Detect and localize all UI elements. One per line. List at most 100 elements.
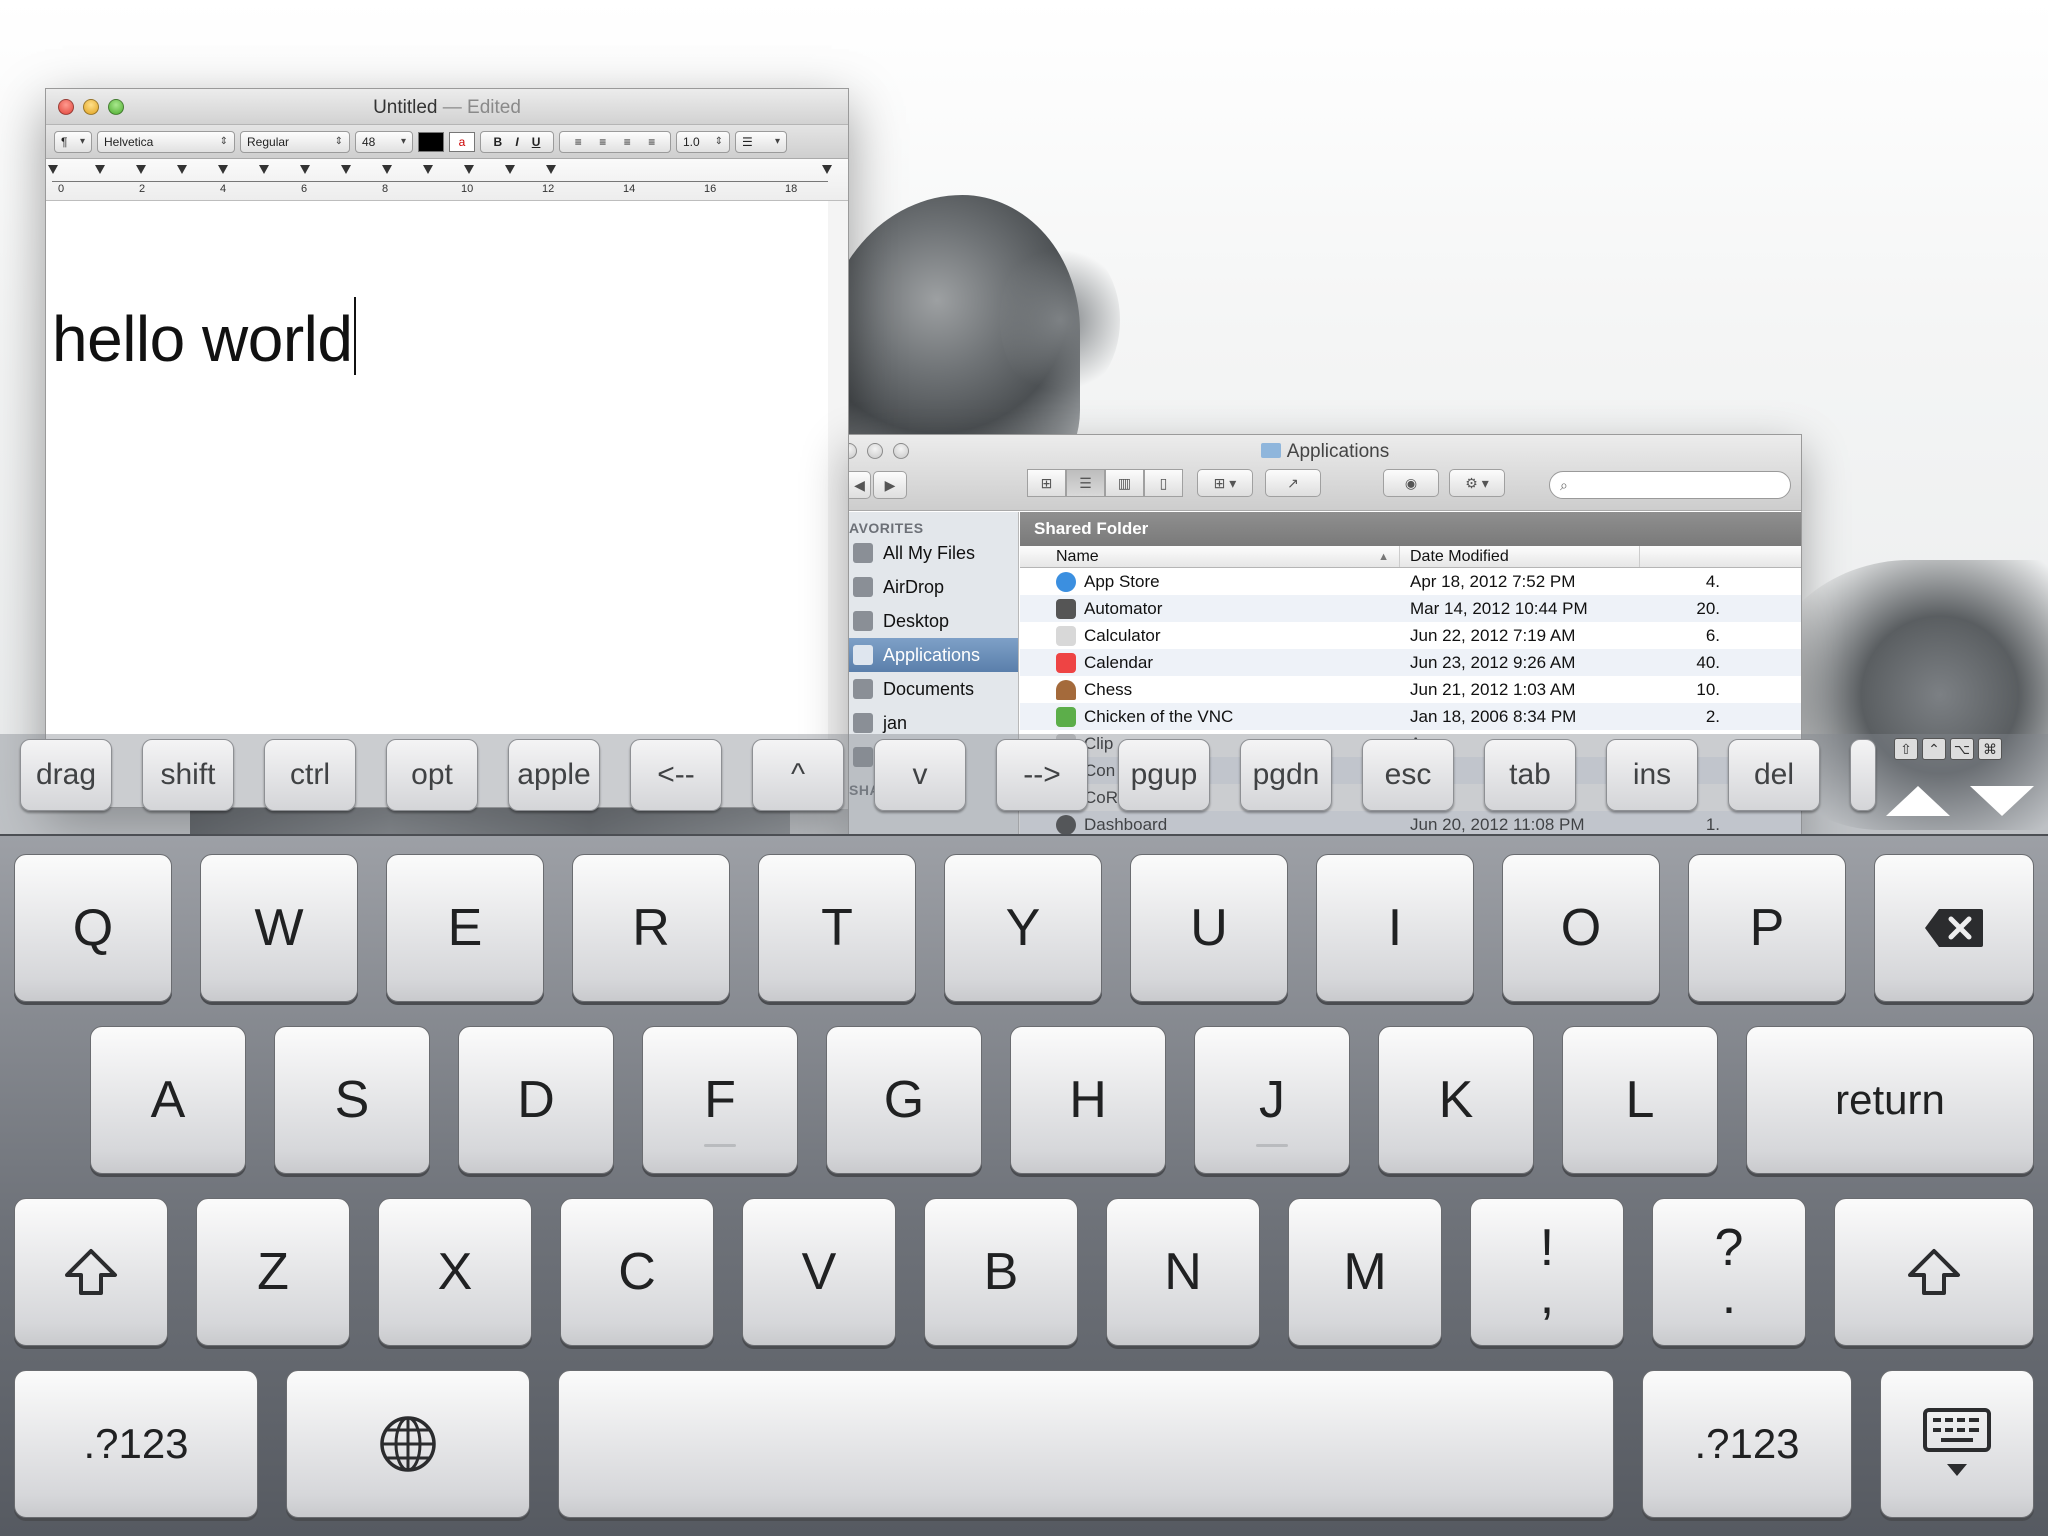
key-exclaim-comma[interactable]: !, (1470, 1198, 1624, 1346)
right-arrow-key[interactable]: --> (996, 739, 1088, 811)
tab-stop-marker[interactable] (177, 165, 187, 174)
tab-stop-marker[interactable] (464, 165, 474, 174)
align-left-icon[interactable]: ≡ (575, 135, 582, 149)
align-justify-icon[interactable]: ≡ (648, 135, 655, 149)
sidebar-item-all-my-files[interactable]: All My Files (849, 536, 1018, 570)
arrange-button[interactable]: ⊞ ▾ (1197, 469, 1253, 497)
finder-titlebar[interactable]: Applications ◀ ▶ ⊞ ☰ ▥ ▯ ⊞ ▾ ↗ ◉ ⚙ ▾ ⌕ (849, 435, 1801, 511)
key-z[interactable]: Z (196, 1198, 350, 1346)
ruler[interactable]: 0 2 4 6 8 10 12 14 16 18 (46, 159, 848, 201)
ins-key[interactable]: ins (1606, 739, 1698, 811)
key-n[interactable]: N (1106, 1198, 1260, 1346)
tab-stop-marker[interactable] (259, 165, 269, 174)
space-bar[interactable] (558, 1370, 1614, 1518)
paragraph-style-popup[interactable]: ¶ ▾ (54, 130, 92, 153)
shift-key[interactable]: shift (142, 739, 234, 811)
opt-key[interactable]: opt (386, 739, 478, 811)
del-key[interactable]: del (1728, 739, 1820, 811)
left-arrow-key[interactable]: <-- (630, 739, 722, 811)
drag-key[interactable]: drag (20, 739, 112, 811)
key-k[interactable]: K (1378, 1026, 1534, 1174)
key-i[interactable]: I (1316, 854, 1474, 1002)
list-popup[interactable]: ☰ ▾ (735, 130, 787, 153)
return-key[interactable]: return (1746, 1026, 2034, 1174)
table-row[interactable]: Calculator Jun 22, 2012 7:19 AM 6. (1020, 622, 1801, 649)
key-o[interactable]: O (1502, 854, 1660, 1002)
key-c[interactable]: C (560, 1198, 714, 1346)
tab-stop-marker[interactable] (505, 165, 515, 174)
backspace-key[interactable] (1874, 854, 2034, 1002)
search-field[interactable]: ⌕ (1549, 471, 1791, 499)
scroll-up-arrow-icon[interactable] (1886, 786, 1950, 816)
esc-key[interactable]: esc (1362, 739, 1454, 811)
italic-button[interactable]: I (515, 135, 518, 149)
right-margin-marker[interactable] (822, 165, 832, 174)
tab-stop-marker[interactable] (546, 165, 556, 174)
align-center-icon[interactable]: ≡ (599, 135, 606, 149)
key-g[interactable]: G (826, 1026, 982, 1174)
key-f[interactable]: F (642, 1026, 798, 1174)
table-row[interactable]: Calendar Jun 23, 2012 9:26 AM 40. (1020, 649, 1801, 676)
ctrl-key[interactable]: ctrl (264, 739, 356, 811)
name-column-header[interactable]: Name ▲ (1020, 546, 1400, 567)
down-key[interactable]: v (874, 739, 966, 811)
key-h[interactable]: H (1010, 1026, 1166, 1174)
pgdn-key[interactable]: pgdn (1240, 739, 1332, 811)
icon-view-button[interactable]: ⊞ (1027, 469, 1066, 497)
key-t[interactable]: T (758, 854, 916, 1002)
table-row[interactable]: App Store Apr 18, 2012 7:52 PM 4. (1020, 568, 1801, 595)
sidebar-item-desktop[interactable]: Desktop (849, 604, 1018, 638)
right-shift-key[interactable] (1834, 1198, 2034, 1346)
action-button[interactable]: ⚙ ▾ (1449, 469, 1505, 497)
font-style-popup[interactable]: Regular ⇕ (240, 130, 350, 153)
font-size-combo[interactable]: 48 ▾ (355, 130, 413, 153)
sidebar-item-applications[interactable]: Applications (849, 638, 1018, 672)
hide-keyboard-key[interactable] (1880, 1370, 2034, 1518)
key-d[interactable]: D (458, 1026, 614, 1174)
table-row[interactable]: Chess Jun 21, 2012 1:03 AM 10. (1020, 676, 1801, 703)
tab-stop-marker[interactable] (382, 165, 392, 174)
key-q[interactable]: Q (14, 854, 172, 1002)
back-button[interactable]: ◀ (849, 471, 871, 499)
quicklook-button[interactable]: ◉ (1383, 469, 1439, 497)
list-view-button[interactable]: ☰ (1066, 469, 1105, 497)
key-m[interactable]: M (1288, 1198, 1442, 1346)
tab-stop-marker[interactable] (136, 165, 146, 174)
tab-key[interactable]: tab (1484, 739, 1576, 811)
key-b[interactable]: B (924, 1198, 1078, 1346)
key-s[interactable]: S (274, 1026, 430, 1174)
date-column-header[interactable]: Date Modified (1400, 546, 1640, 567)
tab-stop-marker[interactable] (48, 165, 58, 174)
numbers-key-left[interactable]: .?123 (14, 1370, 258, 1518)
scroll-down-arrow-icon[interactable] (1970, 786, 2034, 816)
tab-stop-marker[interactable] (300, 165, 310, 174)
key-r[interactable]: R (572, 854, 730, 1002)
tab-stop-marker[interactable] (218, 165, 228, 174)
up-key[interactable]: ^ (752, 739, 844, 811)
align-right-icon[interactable]: ≡ (624, 135, 631, 149)
tab-stop-marker[interactable] (95, 165, 105, 174)
pgup-key[interactable]: pgup (1118, 739, 1210, 811)
table-row[interactable]: Automator Mar 14, 2012 10:44 PM 20. (1020, 595, 1801, 622)
table-row[interactable]: Chicken of the VNC Jan 18, 2006 8:34 PM 2. (1020, 703, 1801, 730)
left-shift-key[interactable] (14, 1198, 168, 1346)
key-a[interactable]: A (90, 1026, 246, 1174)
coverflow-view-button[interactable]: ▯ (1144, 469, 1183, 497)
apple-key[interactable]: apple (508, 739, 600, 811)
key-question-period[interactable]: ?. (1652, 1198, 1806, 1346)
document-text[interactable]: hello world (52, 297, 357, 376)
line-spacing-popup[interactable]: 1.0 ⇕ (676, 130, 730, 153)
key-y[interactable]: Y (944, 854, 1102, 1002)
sidebar-item-documents[interactable]: Documents (849, 672, 1018, 706)
highlight-color-well[interactable]: a (449, 131, 475, 152)
tab-stop-marker[interactable] (423, 165, 433, 174)
numbers-key-right[interactable]: .?123 (1642, 1370, 1852, 1518)
forward-button[interactable]: ▶ (873, 471, 907, 499)
textedit-titlebar[interactable]: Untitled — Edited (46, 89, 848, 125)
column-view-button[interactable]: ▥ (1105, 469, 1144, 497)
bold-button[interactable]: B (494, 135, 503, 149)
sidebar-item-airdrop[interactable]: AirDrop (849, 570, 1018, 604)
key-v[interactable]: V (742, 1198, 896, 1346)
key-p[interactable]: P (1688, 854, 1846, 1002)
key-j[interactable]: J (1194, 1026, 1350, 1174)
